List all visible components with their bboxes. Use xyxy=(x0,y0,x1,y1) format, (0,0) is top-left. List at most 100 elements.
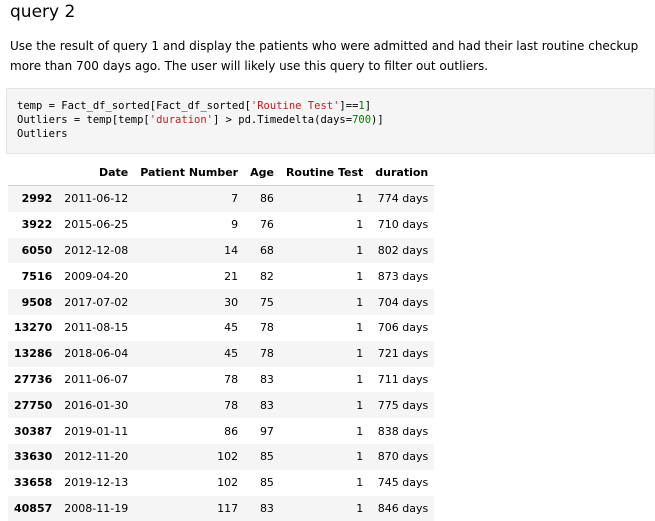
table-row: 6050 2012-12-08 14 68 1 802 days xyxy=(8,237,435,264)
table-cell: 9 xyxy=(231,218,239,232)
table-cell: 117 xyxy=(217,501,239,515)
table-cell: 721 days xyxy=(377,347,429,361)
table-cell: 1 xyxy=(356,243,364,257)
row-index: 30387 xyxy=(14,424,53,438)
column-header: Routine Test xyxy=(279,160,370,186)
table-cell: 2011-06-12 xyxy=(64,192,129,206)
row-index: 3922 xyxy=(21,218,53,232)
table-row: 13286 2018-06-04 45 78 1 721 days xyxy=(8,340,435,367)
row-index: 2992 xyxy=(21,192,53,206)
table-cell: 2008-11-19 xyxy=(64,501,129,515)
table-cell: 774 days xyxy=(377,192,429,206)
table-cell: 710 days xyxy=(377,218,429,232)
code-text: ] > pd.Timedelta(days= xyxy=(212,114,353,126)
code-string: 'Routine Test' xyxy=(250,100,340,112)
table-cell: 1 xyxy=(356,295,364,309)
table-cell: 68 xyxy=(259,243,274,257)
code-text: Outliers = temp[temp[ xyxy=(17,114,150,126)
table-cell: 76 xyxy=(259,218,274,232)
code-number: 700 xyxy=(352,114,372,126)
row-index: 13270 xyxy=(14,321,53,335)
code-content: temp = Fact_df_sorted[Fact_df_sorted['Ro… xyxy=(7,89,654,151)
code-text: )] xyxy=(371,114,384,126)
table-cell: 97 xyxy=(259,424,274,438)
table-cell: 873 days xyxy=(377,269,429,283)
table-cell: 2018-06-04 xyxy=(64,347,129,361)
table-cell: 711 days xyxy=(377,372,429,386)
table-cell: 78 xyxy=(259,321,274,335)
table-row: 7516 2009-04-20 21 82 1 873 days xyxy=(8,263,434,289)
table-cell: 745 days xyxy=(377,476,429,490)
table-cell: 78 xyxy=(224,372,239,386)
table-cell: 1 xyxy=(356,424,364,438)
code-cell[interactable]: temp = Fact_df_sorted[Fact_df_sorted['Ro… xyxy=(6,88,655,154)
table-cell: 1 xyxy=(356,476,364,490)
table-cell: 83 xyxy=(259,398,274,412)
table-cell: 85 xyxy=(259,476,274,490)
description-text: Use the result of query 1 and display th… xyxy=(10,39,639,73)
row-index: 33658 xyxy=(14,476,53,490)
table-row: 2992 2011-06-12 7 86 1 774 days xyxy=(8,185,435,212)
table-cell: 704 days xyxy=(377,295,429,309)
code-text: temp = Fact_df_sorted[Fact_df_sorted[ xyxy=(17,100,251,112)
table-row: 27736 2011-06-07 78 83 1 711 days xyxy=(8,367,434,393)
row-index: 13286 xyxy=(14,347,53,361)
table-cell: 2012-11-20 xyxy=(64,450,129,464)
table-cell: 78 xyxy=(259,347,274,361)
table-cell: 2016-01-30 xyxy=(64,398,129,412)
table-cell: 1 xyxy=(356,372,364,386)
table-row: 13270 2011-08-15 45 78 1 706 days xyxy=(8,315,434,341)
table-cell: 75 xyxy=(259,295,274,309)
table-cell: 78 xyxy=(224,398,239,412)
code-text: Outliers xyxy=(17,128,68,140)
table-cell: 775 days xyxy=(377,398,429,412)
table-cell: 45 xyxy=(224,347,239,361)
column-header: Patient Number xyxy=(134,160,245,186)
row-index: 27750 xyxy=(14,398,53,412)
table-row: 9508 2017-07-02 30 75 1 704 days xyxy=(8,289,435,315)
column-header: Date xyxy=(58,160,135,186)
table-cell: 1 xyxy=(356,269,364,283)
outliers-table: Date Patient Number Age Routine Test dur… xyxy=(8,160,435,521)
section-heading: query 2 xyxy=(10,2,76,22)
table-cell: 86 xyxy=(259,192,274,206)
row-index: 6050 xyxy=(21,243,53,257)
table-cell: 1 xyxy=(356,347,364,361)
table-cell: 102 xyxy=(217,450,239,464)
table-cell: 2017-07-02 xyxy=(64,295,129,309)
code-text: ]== xyxy=(339,100,359,112)
table-cell: 706 days xyxy=(377,321,429,335)
table-row: 33658 2019-12-13 102 85 1 745 days xyxy=(8,470,434,496)
table-cell: 1 xyxy=(356,321,364,335)
column-header: Age xyxy=(244,160,280,186)
table-cell: 102 xyxy=(217,476,239,490)
column-header: duration xyxy=(369,160,435,186)
row-index: 33630 xyxy=(14,450,53,464)
table-cell: 2011-08-15 xyxy=(64,321,129,335)
row-index: 27736 xyxy=(14,372,53,386)
table-row: 3922 2015-06-25 9 76 1 710 days xyxy=(8,212,434,238)
table-cell: 802 days xyxy=(377,243,429,257)
table-cell: 2019-12-13 xyxy=(64,476,129,490)
table-cell: 1 xyxy=(356,450,364,464)
table-cell: 846 days xyxy=(377,501,429,515)
column-header xyxy=(8,160,59,186)
table-cell: 2009-04-20 xyxy=(64,269,129,283)
table-cell: 7 xyxy=(231,192,239,206)
table-cell: 85 xyxy=(259,450,274,464)
table-cell: 1 xyxy=(356,398,364,412)
table-cell: 82 xyxy=(259,269,274,283)
table-cell: 83 xyxy=(259,372,274,386)
table-cell: 30 xyxy=(224,295,239,309)
table-cell: 1 xyxy=(356,218,364,232)
row-index: 7516 xyxy=(21,269,53,283)
table-cell: 2019-01-11 xyxy=(64,424,129,438)
row-index: 9508 xyxy=(21,295,53,309)
table-cell: 2015-06-25 xyxy=(64,218,129,232)
table-row: 40857 2008-11-19 117 83 1 846 days xyxy=(8,495,435,521)
table-row: 30387 2019-01-11 86 97 1 838 days xyxy=(8,418,434,444)
code-text: ] xyxy=(364,100,372,112)
table-cell: 86 xyxy=(224,424,239,438)
table-cell: 14 xyxy=(224,243,239,257)
row-index: 40857 xyxy=(14,501,53,515)
